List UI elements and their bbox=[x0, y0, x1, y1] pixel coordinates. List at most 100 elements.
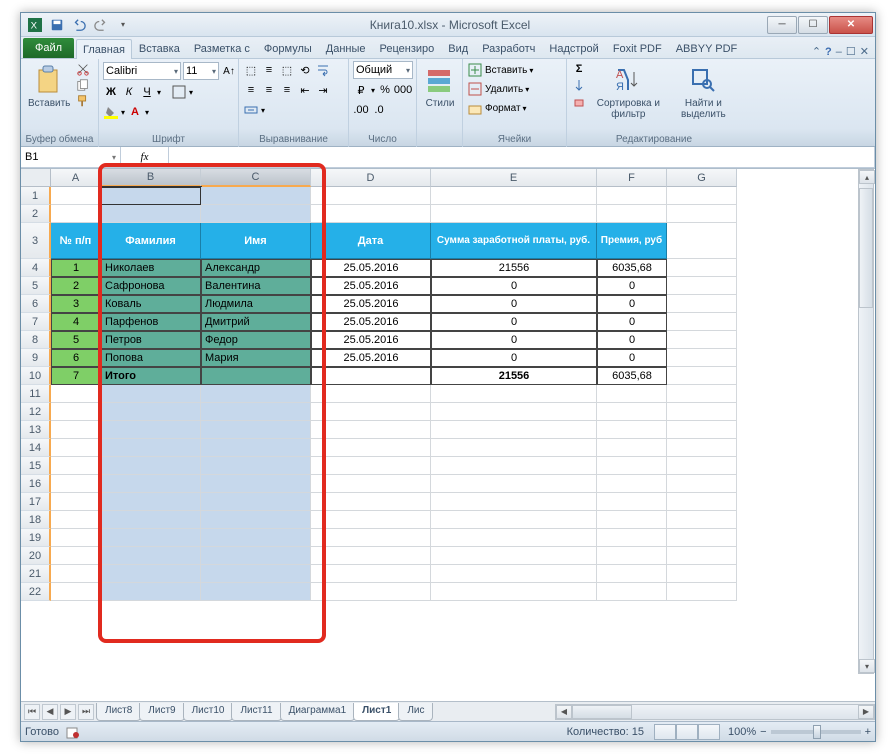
cell[interactable] bbox=[51, 187, 101, 205]
sheet-nav-next[interactable]: ▶ bbox=[60, 704, 76, 720]
cell[interactable] bbox=[101, 205, 201, 223]
border-dd-icon[interactable]: ▾ bbox=[189, 88, 193, 97]
cell[interactable]: 0 bbox=[597, 277, 667, 295]
cell[interactable] bbox=[311, 493, 431, 511]
align-left-icon[interactable]: ≡ bbox=[243, 82, 259, 98]
cell[interactable] bbox=[311, 439, 431, 457]
vertical-scrollbar[interactable]: ▴ ▾ bbox=[858, 169, 874, 674]
dec-decimal-icon[interactable]: .00 bbox=[353, 102, 369, 118]
qat-undo-button[interactable] bbox=[69, 16, 89, 34]
doc-restore-icon[interactable]: ☐ bbox=[846, 45, 856, 58]
format-painter-icon[interactable] bbox=[75, 93, 91, 109]
cell[interactable] bbox=[311, 205, 431, 223]
cell[interactable]: Парфенов bbox=[101, 313, 201, 331]
cell[interactable]: Дмитрий bbox=[201, 313, 311, 331]
cell[interactable] bbox=[201, 583, 311, 601]
qat-save-button[interactable] bbox=[47, 16, 67, 34]
cell[interactable] bbox=[201, 511, 311, 529]
cell[interactable] bbox=[431, 403, 597, 421]
vscroll-thumb[interactable] bbox=[859, 188, 873, 308]
tab-layout[interactable]: Разметка с bbox=[187, 38, 257, 58]
row-head[interactable]: 12 bbox=[21, 403, 51, 421]
cell[interactable] bbox=[101, 457, 201, 475]
fill-color-button[interactable] bbox=[103, 104, 119, 120]
sheet-nav-prev[interactable]: ◀ bbox=[42, 704, 58, 720]
fill-icon[interactable] bbox=[571, 77, 587, 93]
cell[interactable] bbox=[431, 205, 597, 223]
cell[interactable] bbox=[667, 493, 737, 511]
cell[interactable] bbox=[311, 547, 431, 565]
insert-cells-button[interactable]: Вставить▾ bbox=[467, 62, 533, 78]
cell[interactable]: 6035,68 bbox=[597, 259, 667, 277]
styles-button[interactable]: Стили bbox=[421, 61, 459, 112]
cell[interactable] bbox=[667, 259, 737, 277]
cell[interactable] bbox=[431, 385, 597, 403]
percent-icon[interactable]: % bbox=[377, 82, 393, 98]
cell[interactable] bbox=[597, 583, 667, 601]
cell[interactable]: 7 bbox=[51, 367, 101, 385]
formula-input[interactable] bbox=[169, 147, 875, 168]
align-mid-icon[interactable]: ≡ bbox=[261, 62, 277, 78]
cell[interactable] bbox=[311, 511, 431, 529]
cell[interactable] bbox=[51, 511, 101, 529]
cell[interactable] bbox=[667, 475, 737, 493]
tab-formulas[interactable]: Формулы bbox=[257, 38, 319, 58]
delete-cells-button[interactable]: Удалить▾ bbox=[467, 81, 529, 97]
cell[interactable] bbox=[597, 205, 667, 223]
col-head-D[interactable]: D bbox=[311, 169, 431, 187]
cell[interactable] bbox=[597, 403, 667, 421]
tab-foxit[interactable]: Foxit PDF bbox=[606, 38, 669, 58]
cell[interactable] bbox=[597, 439, 667, 457]
cell[interactable] bbox=[51, 457, 101, 475]
cell[interactable]: Валентина bbox=[201, 277, 311, 295]
cell[interactable] bbox=[101, 439, 201, 457]
cell[interactable] bbox=[101, 547, 201, 565]
grow-font-icon[interactable]: A↑ bbox=[221, 63, 237, 79]
fill-dd-icon[interactable]: ▾ bbox=[121, 108, 125, 117]
cell[interactable] bbox=[201, 529, 311, 547]
cell[interactable] bbox=[667, 223, 737, 259]
cell[interactable]: Александр bbox=[201, 259, 311, 277]
minimize-button[interactable]: ─ bbox=[767, 16, 797, 34]
zoom-slider[interactable] bbox=[771, 730, 861, 734]
font-color-dd-icon[interactable]: ▾ bbox=[145, 108, 149, 117]
row-head[interactable]: 14 bbox=[21, 439, 51, 457]
cell[interactable]: Попова bbox=[101, 349, 201, 367]
qat-redo-button[interactable] bbox=[91, 16, 111, 34]
cell[interactable] bbox=[51, 205, 101, 223]
inc-indent-icon[interactable]: ⇥ bbox=[315, 82, 331, 98]
row-head[interactable]: 6 bbox=[21, 295, 51, 313]
cell[interactable] bbox=[667, 187, 737, 205]
cell[interactable] bbox=[101, 187, 201, 205]
cell[interactable]: 0 bbox=[431, 295, 597, 313]
cell[interactable] bbox=[667, 385, 737, 403]
col-head-F[interactable]: F bbox=[597, 169, 667, 187]
cell[interactable]: 0 bbox=[597, 313, 667, 331]
number-format-combo[interactable]: Общий▾ bbox=[353, 61, 413, 79]
font-color-button[interactable]: A bbox=[127, 104, 143, 120]
bold-button[interactable]: Ж bbox=[103, 84, 119, 100]
cell[interactable] bbox=[311, 187, 431, 205]
cell[interactable] bbox=[597, 529, 667, 547]
cell[interactable] bbox=[201, 421, 311, 439]
cell[interactable]: 6 bbox=[51, 349, 101, 367]
cell[interactable] bbox=[597, 385, 667, 403]
sheet-tab[interactable]: Лист10 bbox=[183, 703, 234, 721]
cell[interactable] bbox=[431, 529, 597, 547]
scroll-up-icon[interactable]: ▴ bbox=[859, 170, 875, 184]
cell[interactable]: Федор bbox=[201, 331, 311, 349]
cell[interactable] bbox=[201, 187, 311, 205]
cells-area[interactable]: № п/пФамилияИмяДатаСумма заработной плат… bbox=[51, 187, 737, 601]
cell[interactable] bbox=[667, 295, 737, 313]
cut-icon[interactable] bbox=[75, 61, 91, 77]
paste-button[interactable]: Вставить bbox=[25, 61, 73, 112]
sheet-tab[interactable]: Лист8 bbox=[96, 703, 141, 721]
cell[interactable] bbox=[201, 385, 311, 403]
cell[interactable] bbox=[201, 565, 311, 583]
cell[interactable] bbox=[51, 565, 101, 583]
col-head-C[interactable]: C bbox=[201, 169, 311, 187]
cell[interactable]: Коваль bbox=[101, 295, 201, 313]
row-head[interactable]: 9 bbox=[21, 349, 51, 367]
sheet-nav-last[interactable]: ⏭ bbox=[78, 704, 94, 720]
cell[interactable] bbox=[101, 529, 201, 547]
